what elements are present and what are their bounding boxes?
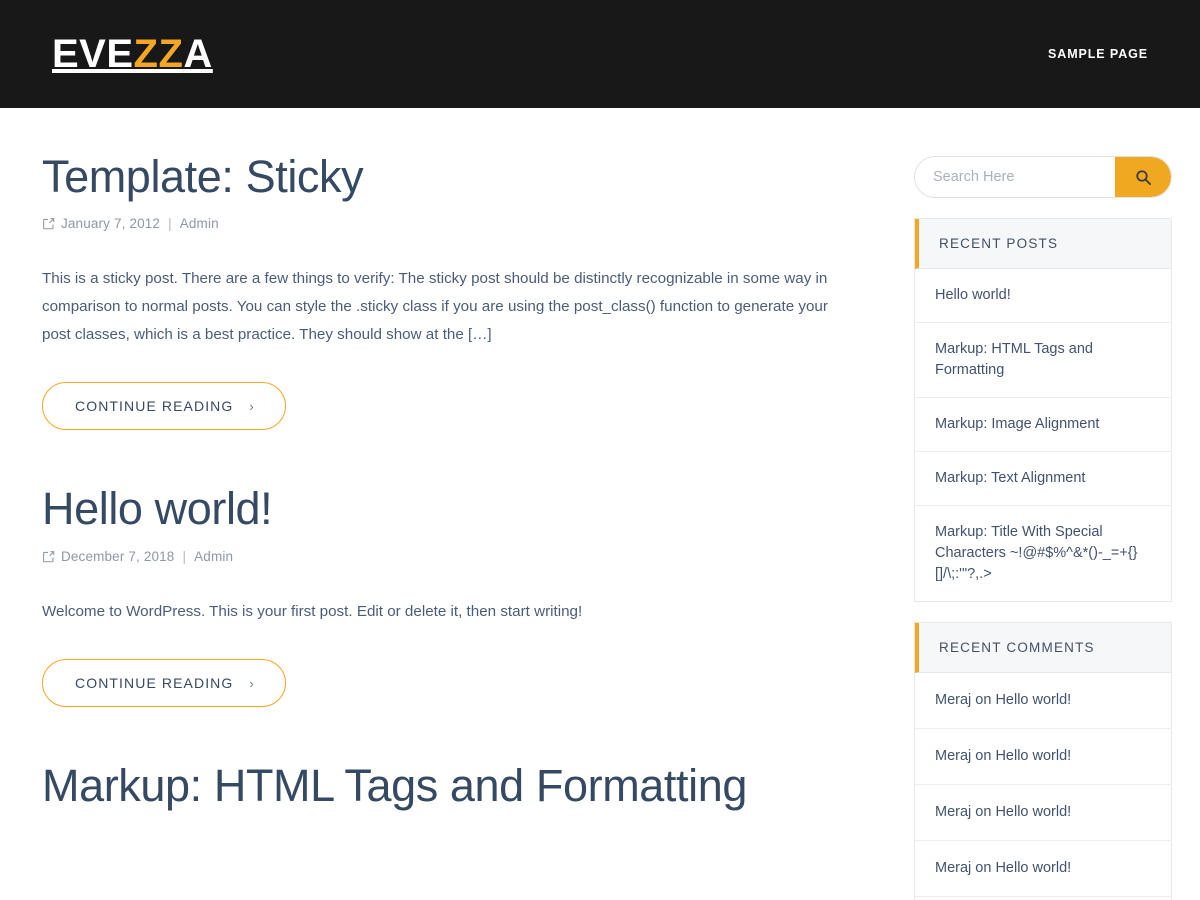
recent-post-link[interactable]: Hello world!	[915, 269, 1171, 322]
recent-comment-link[interactable]: Meraj on Hello world!	[915, 673, 1171, 728]
list-item: Meraj on Hello world!	[915, 896, 1171, 900]
widget-title: RECENT COMMENTS	[915, 623, 1171, 673]
post-excerpt: This is a sticky post. There are a few t…	[42, 265, 854, 348]
post-meta: January 7, 2012 | Admin	[42, 216, 854, 231]
site-logo[interactable]: EVEZZA	[52, 34, 213, 74]
search-form	[914, 156, 1172, 198]
post-list: Template: Sticky January 7, 2012 | Admin…	[42, 148, 854, 866]
widget-recent-posts: RECENT POSTS Hello world! Markup: HTML T…	[914, 218, 1172, 602]
list-item: Markup: HTML Tags and Formatting	[915, 322, 1171, 397]
post-excerpt: Welcome to WordPress. This is your first…	[42, 598, 854, 626]
list-item: Meraj on Hello world!	[915, 840, 1171, 896]
post-item: Template: Sticky January 7, 2012 | Admin…	[42, 152, 854, 430]
widget-recent-comments: RECENT COMMENTS Meraj on Hello world! Me…	[914, 622, 1172, 900]
list-item: Markup: Title With Special Characters ~!…	[915, 505, 1171, 601]
recent-post-link[interactable]: Markup: Title With Special Characters ~!…	[915, 506, 1171, 601]
continue-reading-button[interactable]: CONTINUE READING ›	[42, 382, 286, 430]
list-item: Meraj on Hello world!	[915, 673, 1171, 728]
edit-icon	[42, 550, 55, 563]
recent-post-link[interactable]: Markup: HTML Tags and Formatting	[915, 323, 1171, 397]
recent-post-link[interactable]: Markup: Text Alignment	[915, 452, 1171, 505]
continue-reading-button[interactable]: CONTINUE READING ›	[42, 659, 286, 707]
list-item: Meraj on Hello world!	[915, 728, 1171, 784]
chevron-right-icon: ›	[249, 676, 254, 691]
post-date: December 7, 2018	[61, 549, 174, 564]
logo-text-suffix: A	[183, 32, 212, 76]
search-input[interactable]	[915, 157, 1115, 197]
sidebar: RECENT POSTS Hello world! Markup: HTML T…	[914, 148, 1172, 900]
recent-comment-link[interactable]: Meraj on Hello world!	[915, 729, 1171, 784]
primary-navigation: SAMPLE PAGE	[1048, 47, 1148, 61]
meta-separator: |	[182, 549, 186, 564]
post-title[interactable]: Markup: HTML Tags and Formatting	[42, 761, 854, 811]
logo-text-prefix: EVE	[52, 32, 134, 76]
search-submit-button[interactable]	[1115, 157, 1171, 197]
post-item: Markup: HTML Tags and Formatting	[42, 761, 854, 811]
recent-comment-link[interactable]: Meraj on Hello world!	[915, 785, 1171, 840]
list-item: Meraj on Hello world!	[915, 784, 1171, 840]
post-meta: December 7, 2018 | Admin	[42, 549, 854, 564]
post-date: January 7, 2012	[61, 216, 160, 231]
continue-reading-label: CONTINUE READING	[75, 675, 233, 691]
recent-post-link[interactable]: Markup: Image Alignment	[915, 398, 1171, 451]
post-author[interactable]: Admin	[180, 216, 219, 231]
post-title[interactable]: Template: Sticky	[42, 152, 854, 202]
page-container: Template: Sticky January 7, 2012 | Admin…	[0, 108, 1200, 900]
list-item: Markup: Text Alignment	[915, 451, 1171, 505]
chevron-right-icon: ›	[249, 399, 254, 414]
list-item: Markup: Image Alignment	[915, 397, 1171, 451]
logo-text-accent: ZZ	[134, 32, 184, 76]
nav-item-sample-page[interactable]: SAMPLE PAGE	[1048, 47, 1148, 61]
edit-icon	[42, 217, 55, 230]
list-item: Hello world!	[915, 269, 1171, 322]
recent-comments-list: Meraj on Hello world! Meraj on Hello wor…	[915, 673, 1171, 900]
post-item: Hello world! December 7, 2018 | Admin We…	[42, 484, 854, 707]
post-author[interactable]: Admin	[194, 549, 233, 564]
widget-title: RECENT POSTS	[915, 219, 1171, 269]
recent-comment-link[interactable]: Meraj on Hello world!	[915, 841, 1171, 896]
continue-reading-label: CONTINUE READING	[75, 398, 233, 414]
search-icon	[1135, 169, 1152, 186]
post-title[interactable]: Hello world!	[42, 484, 854, 534]
site-header: EVEZZA SAMPLE PAGE	[0, 0, 1200, 108]
recent-posts-list: Hello world! Markup: HTML Tags and Forma…	[915, 269, 1171, 601]
meta-separator: |	[168, 216, 172, 231]
